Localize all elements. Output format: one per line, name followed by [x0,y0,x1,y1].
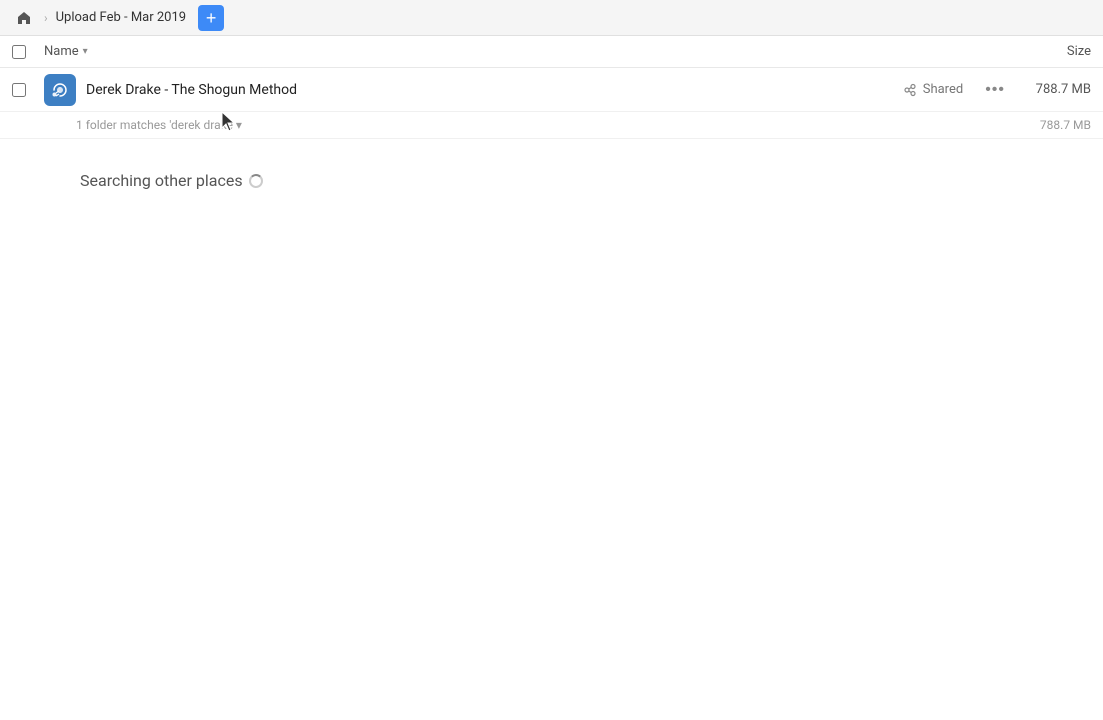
file-icon [44,74,76,106]
home-button[interactable] [12,6,36,30]
sort-arrow-icon: ▾ [83,46,88,57]
breadcrumb-label: Upload Feb - Mar 2019 [56,10,187,25]
name-column-header[interactable]: Name ▾ [44,44,1011,59]
breadcrumb-separator: › [44,11,48,25]
select-all-checkbox[interactable] [12,45,36,59]
summary-row: 1 folder matches 'derek drake ▾ 788.7 MB [0,112,1103,139]
summary-text: 1 folder matches 'derek drake ▾ [76,118,1011,132]
select-all-input[interactable] [12,45,26,59]
file-row[interactable]: Derek Drake - The Shogun Method Shared •… [0,68,1103,112]
name-column-label: Name [44,44,79,59]
file-select-input[interactable] [12,83,26,97]
header-bar: › Upload Feb - Mar 2019 + [0,0,1103,36]
add-button[interactable]: + [198,5,224,31]
searching-label: Searching other places [80,171,1091,190]
size-column-header: Size [1011,44,1091,59]
shared-indicator: Shared [903,82,963,97]
shared-label: Shared [923,82,963,97]
file-row-checkbox[interactable] [12,83,36,97]
file-name: Derek Drake - The Shogun Method [86,82,903,98]
searching-section: Searching other places [0,139,1103,202]
searching-text: Searching other places [80,171,243,190]
loading-spinner [249,174,263,188]
file-size: 788.7 MB [1011,82,1091,97]
more-options-button[interactable]: ••• [979,79,1011,101]
column-header: Name ▾ Size [0,36,1103,68]
summary-size: 788.7 MB [1011,118,1091,132]
